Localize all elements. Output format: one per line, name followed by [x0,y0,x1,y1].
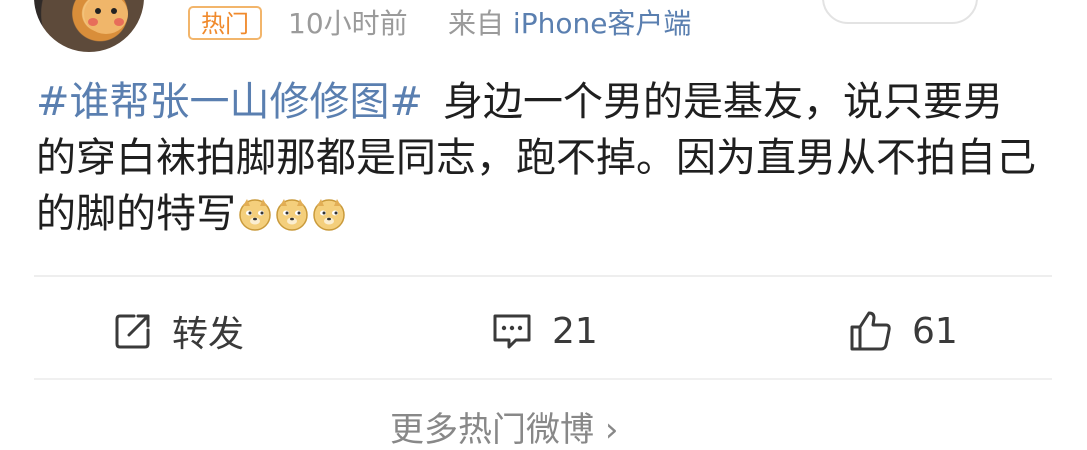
chevron-right-icon: › [604,410,619,450]
post-time: 10小时前 [288,7,408,40]
repost-button[interactable]: 转发 [112,306,244,356]
like-count: 61 [912,310,958,352]
source-device-link[interactable]: iPhone客户端 [513,7,692,40]
like-button[interactable]: 61 [848,306,958,356]
avatar-face [84,0,128,34]
doge-emoji-icon [313,199,345,231]
emoji-row [236,191,347,237]
comment-icon [493,314,531,349]
doge-emoji-icon [239,199,271,231]
more-hot-weibo-link[interactable]: 更多热门微博 › [390,410,618,450]
post-source: 来自 iPhone客户端 [448,4,691,44]
more-label: 更多热门微博 [390,410,594,450]
source-prefix: 来自 [448,7,505,40]
thumbs-up-icon [850,311,891,351]
post-text: #谁帮张一山修修图# 身边一个男的是基友，说只要男的穿白袜拍脚那都是同志，跑不掉。… [36,74,1036,242]
action-divider [34,275,1052,277]
hashtag-link[interactable]: #谁帮张一山修修图# [36,79,423,125]
footer-divider [34,378,1052,380]
hot-badge: 热门 [188,6,262,40]
user-avatar[interactable] [34,0,144,52]
follow-button[interactable] [822,0,978,24]
repost-label: 转发 [172,314,245,355]
comment-count: 21 [552,310,598,352]
doge-emoji-icon [276,199,308,231]
comment-button[interactable]: 21 [490,306,598,356]
repost-icon [115,314,150,349]
